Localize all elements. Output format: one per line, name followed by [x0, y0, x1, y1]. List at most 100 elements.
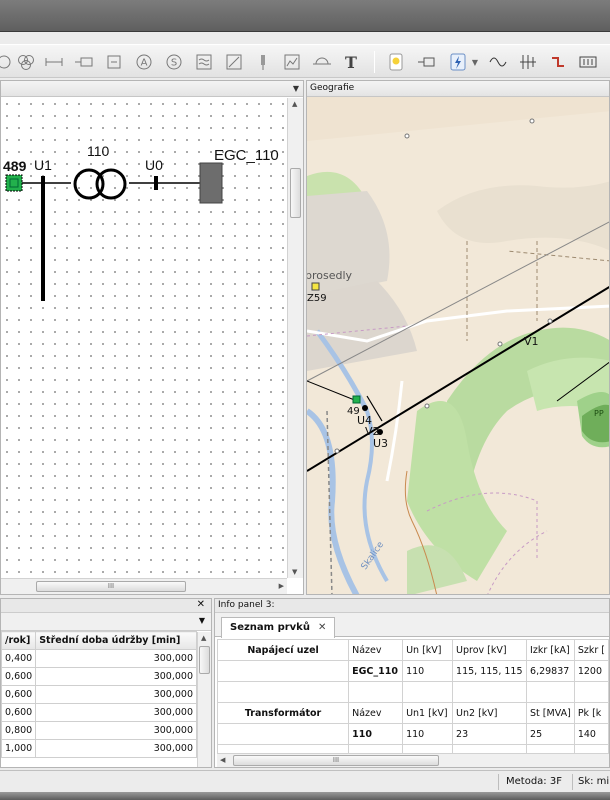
- scroll-up-icon[interactable]: ▲: [201, 634, 206, 642]
- map-node-49[interactable]: [352, 395, 361, 404]
- table-row[interactable]: [216, 681, 609, 703]
- hscroll-thumb[interactable]: III: [233, 755, 439, 766]
- resistor-icon[interactable]: [418, 52, 438, 72]
- transformer-label: 110: [87, 143, 110, 159]
- table-row[interactable]: 0,800 300,000: [0, 721, 197, 740]
- schema-hscroll[interactable]: III ▶: [1, 578, 287, 594]
- table-vscroll[interactable]: ▲: [197, 632, 211, 767]
- table-cell: 300,000: [35, 685, 197, 704]
- map-canvas[interactable]: [307, 81, 610, 595]
- scroll-up-icon[interactable]: ▲: [292, 100, 297, 108]
- table-cell: 110: [402, 723, 454, 745]
- lightning-icon[interactable]: [448, 52, 468, 72]
- map-label-z59: Z59: [307, 293, 327, 304]
- hscroll-grip: III: [107, 582, 115, 590]
- table-cell: 300,000: [35, 667, 197, 686]
- table-row[interactable]: Transformátor Název Un1 [kV] Un2 [kV] St…: [216, 702, 609, 724]
- table-cell: 110: [402, 660, 454, 682]
- text-tool-icon[interactable]: T: [341, 52, 361, 72]
- battery-icon[interactable]: [578, 52, 598, 72]
- table-row[interactable]: 110 110 23 25 140: [216, 723, 609, 745]
- table-row[interactable]: 0,400 300,000: [0, 649, 197, 668]
- panel-menu-icon[interactable]: ▼: [199, 616, 205, 625]
- bus-label: U1: [34, 157, 52, 173]
- table-cell: St [MVA]: [526, 702, 575, 724]
- schema-panel-header: ▼: [1, 81, 303, 97]
- undo-arc-icon[interactable]: [312, 52, 332, 72]
- dropdown-arrow-icon[interactable]: ▼: [470, 52, 480, 72]
- close-icon[interactable]: ✕: [197, 599, 205, 610]
- element-list-table: Napájecí uzel Název Un [kV] Uprov [kV] I…: [216, 639, 609, 766]
- source-egc[interactable]: [199, 162, 223, 204]
- table-cell: 1,000: [0, 739, 37, 758]
- table-cell: EGC_110: [348, 660, 404, 682]
- bulb-icon[interactable]: [386, 52, 406, 72]
- table-row[interactable]: 0,600 300,000: [0, 667, 197, 686]
- transformer-symbol[interactable]: [73, 168, 105, 200]
- table-cell: 300,000: [35, 739, 197, 758]
- info-tabs: Seznam prvků ✕: [215, 613, 609, 638]
- hscroll-thumb[interactable]: III: [36, 581, 186, 592]
- node-489[interactable]: [5, 174, 23, 192]
- status-sk: Sk: mi: [578, 776, 610, 787]
- triple-circle-icon[interactable]: [16, 52, 36, 72]
- u0-breaker[interactable]: [154, 176, 158, 190]
- panel-menu-icon[interactable]: ▼: [293, 81, 299, 96]
- window-bottom-edge: [0, 792, 610, 800]
- pin-icon[interactable]: [253, 52, 273, 72]
- scroll-left-icon[interactable]: ◀: [220, 756, 225, 764]
- shift-icon[interactable]: [548, 52, 568, 72]
- table-row[interactable]: 0,600 300,000: [0, 685, 197, 704]
- map-title: Geografie: [307, 81, 609, 97]
- table-cell: Izkr [kA]: [526, 639, 575, 661]
- table-cell: Název: [348, 639, 404, 661]
- tab-label: Seznam prvků: [230, 622, 310, 633]
- schema-panel: ▼ 489 U1 110 U0 EGC_110 ▲ ▼ III ▶: [0, 80, 304, 595]
- table-cell: [216, 723, 350, 745]
- info-hscroll[interactable]: ◀ III: [217, 753, 609, 767]
- bottom-left-subheader: ▼: [1, 613, 211, 631]
- box-minus-icon[interactable]: [104, 52, 124, 72]
- reliability-table-panel: ✕ ▼ /rok] Střední doba údržby [min] 0,40…: [0, 598, 212, 768]
- table-cell: Název: [348, 702, 404, 724]
- table-row[interactable]: 1,000 300,000: [0, 739, 197, 758]
- map-panel[interactable]: Geografie prosedly Z59 V1 49 U4 V2 U3 Sk…: [306, 80, 610, 595]
- scroll-down-icon[interactable]: ▼: [292, 568, 297, 576]
- table-cell: [526, 681, 575, 703]
- table-cell: Uprov [kV]: [452, 639, 528, 661]
- table-cell: 6,29837: [526, 660, 575, 682]
- hscroll-grip: III: [332, 756, 340, 764]
- sine-wave-icon[interactable]: [488, 52, 508, 72]
- table-cell: 0,800: [0, 721, 37, 740]
- scroll-right-icon[interactable]: ▶: [279, 582, 284, 590]
- table-row[interactable]: 0,600 300,000: [0, 703, 197, 722]
- status-method: Metoda: 3F: [506, 776, 562, 787]
- table-cell: Pk [k: [573, 702, 609, 724]
- status-bar: Metoda: 3F Sk: mi: [0, 770, 610, 792]
- table-cell: 0,600: [0, 703, 37, 722]
- main-toolbar: A S T ▼: [0, 44, 610, 78]
- chart-box-icon[interactable]: [282, 52, 302, 72]
- s-circle-icon[interactable]: S: [164, 52, 184, 72]
- table-cell: 0,600: [0, 667, 37, 686]
- line-segment-icon[interactable]: [44, 52, 64, 72]
- close-icon[interactable]: ✕: [318, 622, 326, 633]
- scroll-thumb[interactable]: [199, 646, 210, 674]
- column-header[interactable]: Střední doba údržby [min]: [35, 631, 197, 650]
- schema-canvas[interactable]: 489 U1 110 U0 EGC_110: [1, 98, 287, 578]
- diagonal-box-icon[interactable]: [224, 52, 244, 72]
- phase-icon[interactable]: [518, 52, 538, 72]
- a-circle-icon[interactable]: A: [134, 52, 154, 72]
- column-header[interactable]: /rok]: [0, 631, 37, 650]
- circle-cross-icon[interactable]: [0, 52, 14, 72]
- switch-icon[interactable]: [74, 52, 94, 72]
- table-row[interactable]: EGC_110 110 115, 115, 115 6,29837 1200: [216, 660, 609, 682]
- table-row[interactable]: Napájecí uzel Název Un [kV] Uprov [kV] I…: [216, 639, 609, 661]
- wave-icon[interactable]: [194, 52, 214, 72]
- status-divider: [572, 774, 573, 790]
- tab-seznam-prvku[interactable]: Seznam prvků ✕: [221, 617, 336, 638]
- scroll-thumb[interactable]: [290, 168, 301, 218]
- map-node-z59[interactable]: [311, 282, 320, 291]
- schema-vscroll[interactable]: ▲ ▼: [287, 98, 303, 578]
- table-cell: 115, 115, 115: [452, 660, 528, 682]
